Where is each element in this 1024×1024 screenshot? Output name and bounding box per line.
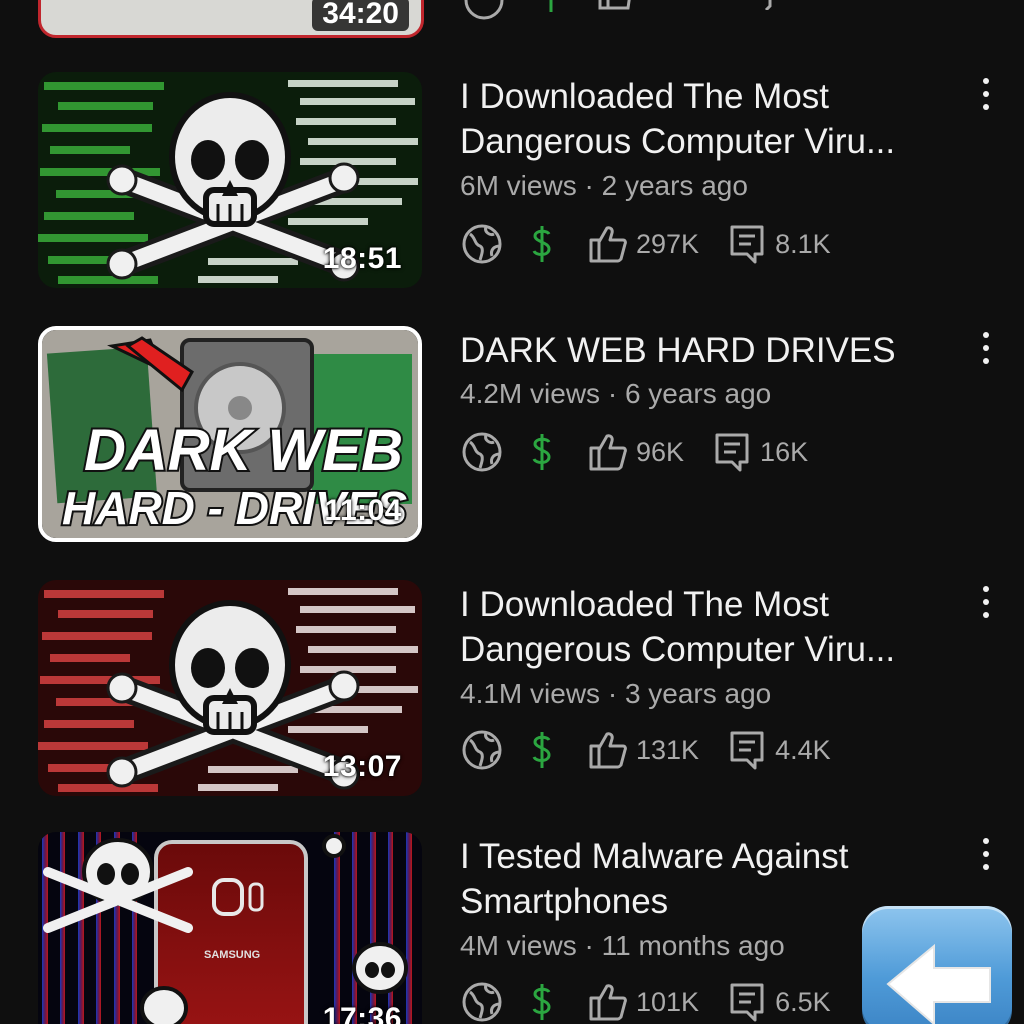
comment-count: 4.4K xyxy=(775,734,831,765)
view-count: 6M views xyxy=(460,170,577,201)
dollar-icon xyxy=(530,224,554,264)
video-row[interactable]: 18:51 I Downloaded The Most Dangerous Co… xyxy=(0,72,1024,292)
meta-separator: · xyxy=(576,930,602,961)
thumbnail-text-line1: DARK WEB xyxy=(84,418,403,483)
video-thumbnail[interactable]: DARK WEB HARD - DRIVES 11:04 xyxy=(38,326,422,542)
globe-icon xyxy=(460,222,504,266)
upload-age: 2 years ago xyxy=(601,170,748,201)
video-thumbnail[interactable]: 18:51 xyxy=(38,72,422,288)
more-vertical-icon[interactable] xyxy=(972,834,1000,874)
comment-count: 6.5K xyxy=(775,986,831,1017)
like-count: 101K xyxy=(636,986,700,1017)
video-meta: 4M views · 11 months ago xyxy=(460,930,785,962)
thumbs-up-icon xyxy=(598,0,634,15)
globe-icon xyxy=(460,430,504,474)
dollar-icon xyxy=(530,730,554,770)
partial-video-row[interactable]: 34:20 xyxy=(0,0,1024,38)
view-count: 4.2M views xyxy=(460,378,601,409)
video-row[interactable]: 13:07 I Downloaded The Most Dangerous Co… xyxy=(0,580,1024,800)
video-title[interactable]: DARK WEB HARD DRIVES xyxy=(460,328,950,373)
upload-age: 6 years ago xyxy=(624,378,772,409)
globe-icon xyxy=(462,0,506,27)
more-vertical-icon[interactable] xyxy=(972,582,1000,622)
video-duration: 34:20 xyxy=(312,0,409,31)
thumbs-up-icon xyxy=(588,224,628,264)
more-vertical-icon[interactable] xyxy=(972,74,1000,114)
comment-icon xyxy=(729,730,765,770)
thumbs-up-icon xyxy=(588,982,628,1022)
meta-separator: · xyxy=(600,678,625,709)
video-title[interactable]: I Downloaded The Most Dangerous Computer… xyxy=(460,582,950,672)
comment-icon xyxy=(714,432,750,472)
like-count: 96K xyxy=(636,436,685,467)
thumbnail-art: SAMSUNG xyxy=(38,832,422,1024)
globe-icon xyxy=(460,980,504,1024)
video-meta: 6M views · 2 years ago xyxy=(460,170,748,202)
dollar-icon xyxy=(530,432,554,472)
view-count: 4M views xyxy=(460,930,577,961)
video-duration: 18:51 xyxy=(322,242,402,275)
video-meta: 4.2M views · 6 years ago xyxy=(460,378,771,410)
upload-age: 11 months ago xyxy=(601,930,785,961)
video-stats: 96K 16K xyxy=(460,430,808,474)
left-arrow-emoji-icon[interactable] xyxy=(862,906,1012,1024)
video-duration: 11:04 xyxy=(324,494,402,527)
partial-thumbnail[interactable]: 34:20 xyxy=(38,0,424,38)
video-meta: 4.1M views · 3 years ago xyxy=(460,678,771,710)
phone-brand-label: SAMSUNG xyxy=(204,949,260,961)
comment-count: 16K xyxy=(760,436,809,467)
dollar-icon xyxy=(540,0,562,17)
video-stats: 297K 8.1K xyxy=(460,222,831,266)
comment-icon xyxy=(729,982,765,1022)
thumbs-up-icon xyxy=(588,432,628,472)
video-stats: 101K 6.5K xyxy=(460,980,831,1024)
video-title[interactable]: I Downloaded The Most Dangerous Computer… xyxy=(460,74,950,164)
video-duration: 17:36 xyxy=(322,1002,402,1024)
video-stats: 131K 4.4K xyxy=(460,728,831,772)
comment-count: 8.1K xyxy=(775,228,831,259)
video-thumbnail[interactable]: SAMSUNG 17:36 xyxy=(38,832,422,1024)
meta-separator: · xyxy=(576,170,602,201)
more-vertical-icon[interactable] xyxy=(972,328,1000,368)
video-thumbnail[interactable]: 13:07 xyxy=(38,580,422,796)
video-row[interactable]: DARK WEB HARD - DRIVES 11:04 DARK WEB HA… xyxy=(0,326,1024,546)
like-count: 131K xyxy=(636,734,700,765)
globe-icon xyxy=(460,728,504,772)
video-duration: 13:07 xyxy=(322,750,402,783)
dollar-icon xyxy=(530,982,554,1022)
video-list-screen: 34:20 18:51 I Downloaded The Most Danger… xyxy=(0,0,1024,1024)
upload-age: 3 years ago xyxy=(624,678,772,709)
comment-icon xyxy=(729,224,765,264)
thumbs-up-icon xyxy=(588,730,628,770)
like-count: 297K xyxy=(636,228,700,259)
view-count: 4.1M views xyxy=(460,678,601,709)
comment-icon xyxy=(740,0,772,15)
meta-separator: · xyxy=(600,378,625,409)
